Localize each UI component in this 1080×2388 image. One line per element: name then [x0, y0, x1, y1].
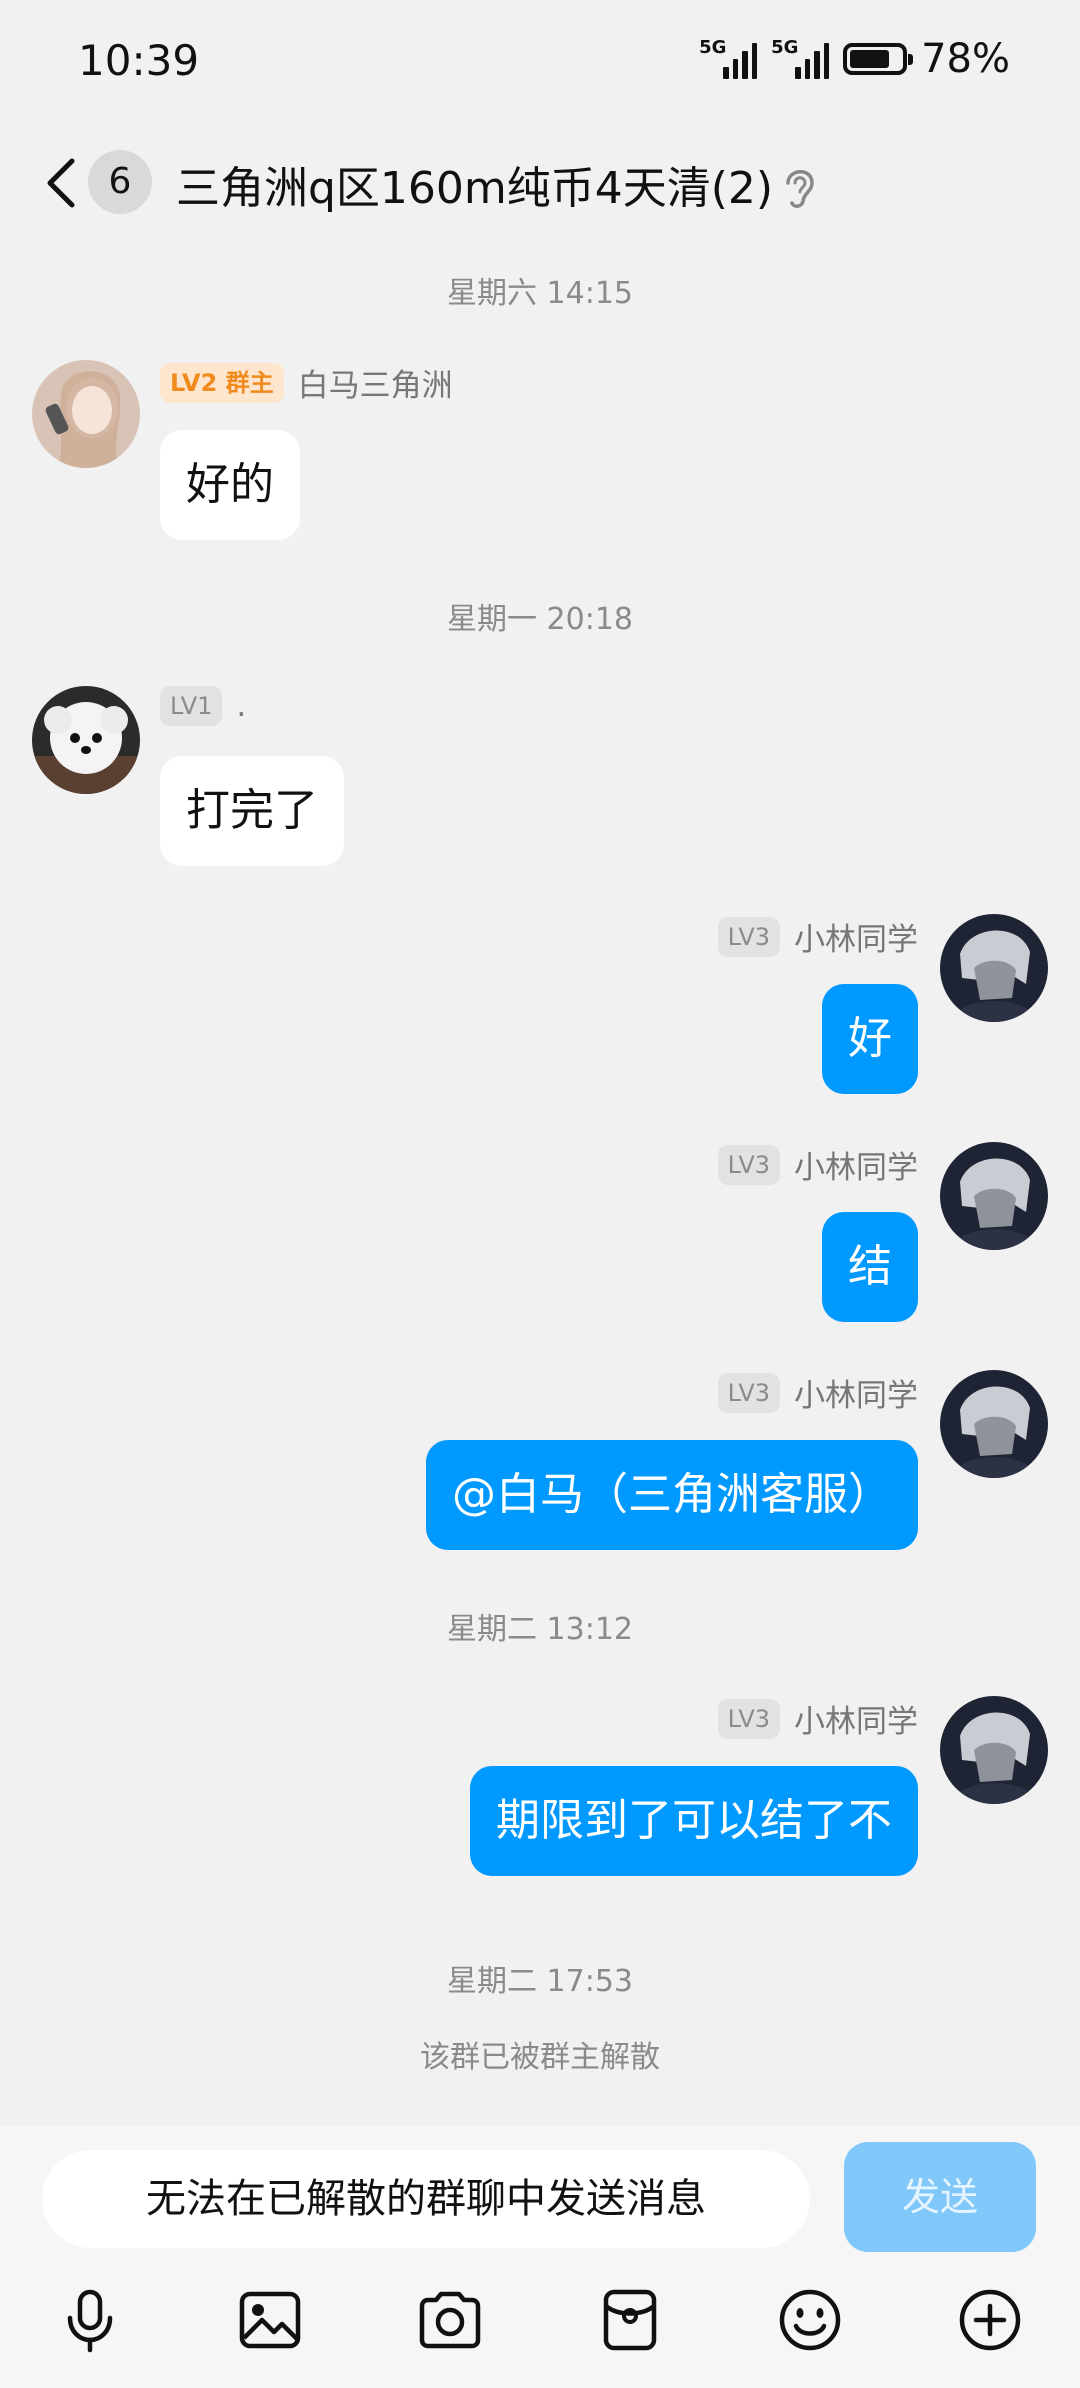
message-bubble[interactable]: 结: [822, 1212, 918, 1322]
unread-count-badge[interactable]: 6: [88, 150, 152, 214]
system-notice: 该群已被群主解散: [420, 2040, 660, 2075]
battery-percent: 78%: [921, 36, 1010, 82]
status-icons: 5G 5G 78%: [699, 36, 1010, 82]
clock: 10:39: [78, 36, 200, 85]
sender-meta: LV3 小林同学: [717, 1696, 918, 1741]
send-button[interactable]: 发送: [844, 2142, 1036, 2252]
sender-name: 小林同学: [794, 1378, 918, 1414]
network-label-1: 5G: [699, 37, 727, 58]
timestamp: 星期一 20:18: [447, 602, 633, 637]
sender-meta: LV3 小林同学: [717, 914, 918, 959]
ear-icon[interactable]: [780, 161, 820, 211]
user-avatar-icon: [940, 1370, 1048, 1478]
back-arrow-icon[interactable]: [34, 153, 94, 213]
timestamp: 星期二 17:53: [447, 1964, 633, 1999]
message-input[interactable]: 无法在已解散的群聊中发送消息: [42, 2150, 810, 2248]
signal-icon: 5G: [699, 37, 758, 79]
avatar[interactable]: [32, 360, 140, 468]
red-packet-icon[interactable]: [596, 2286, 664, 2354]
level-badge: LV1: [160, 686, 223, 726]
network-label-2: 5G: [771, 37, 799, 58]
message-bubble[interactable]: 期限到了可以结了不: [470, 1766, 918, 1876]
timestamp: 星期二 13:12: [447, 1612, 633, 1647]
avatar[interactable]: [940, 1142, 1048, 1250]
avatar[interactable]: [940, 914, 1048, 1022]
sender-meta: LV2 群主 白马三角洲: [160, 360, 453, 405]
sender-name: 小林同学: [794, 922, 918, 958]
sender-name: .: [236, 688, 247, 724]
emoji-icon[interactable]: [776, 2286, 844, 2354]
avatar[interactable]: [940, 1696, 1048, 1804]
microphone-icon[interactable]: [56, 2286, 124, 2354]
message-bubble[interactable]: 打完了: [160, 756, 344, 866]
sender-meta: LV3 小林同学: [717, 1370, 918, 1415]
message-bubble[interactable]: 好: [822, 984, 918, 1094]
sender-name: 白马三角洲: [297, 368, 453, 404]
camera-icon[interactable]: [416, 2286, 484, 2354]
level-badge: LV3: [717, 916, 780, 957]
avatar[interactable]: [940, 1370, 1048, 1478]
input-bar: 无法在已解散的群聊中发送消息 发送: [0, 2126, 1080, 2388]
user-avatar-icon: [940, 1142, 1048, 1250]
level-badge: LV3: [717, 1144, 780, 1185]
battery-icon: [843, 43, 914, 75]
timestamp: 星期六 14:15: [447, 276, 633, 311]
message-bubble[interactable]: @白马（三角洲客服）: [426, 1440, 918, 1550]
user-avatar-icon: [940, 914, 1048, 1022]
message-bubble[interactable]: 好的: [160, 430, 300, 540]
user-avatar-icon: [32, 360, 140, 468]
level-badge: LV3: [717, 1372, 780, 1413]
sender-name: 小林同学: [794, 1150, 918, 1186]
sender-meta: LV3 小林同学: [717, 1142, 918, 1187]
user-avatar-icon: [940, 1696, 1048, 1804]
status-bar: 10:39 5G 5G 78%: [0, 0, 1080, 120]
signal-icon-2: 5G: [771, 37, 830, 79]
sender-meta: LV1 .: [160, 686, 246, 726]
user-avatar-icon: [32, 686, 140, 794]
chat-header: 6 三角洲q区160m纯币4天清(2): [0, 125, 1080, 245]
image-icon[interactable]: [236, 2286, 304, 2354]
level-badge: LV2 群主: [160, 362, 284, 403]
level-badge: LV3: [717, 1698, 780, 1739]
plus-icon[interactable]: [956, 2286, 1024, 2354]
sender-name: 小林同学: [794, 1704, 918, 1740]
chat-title[interactable]: 三角洲q区160m纯币4天清(2): [176, 152, 773, 216]
avatar[interactable]: [32, 686, 140, 794]
